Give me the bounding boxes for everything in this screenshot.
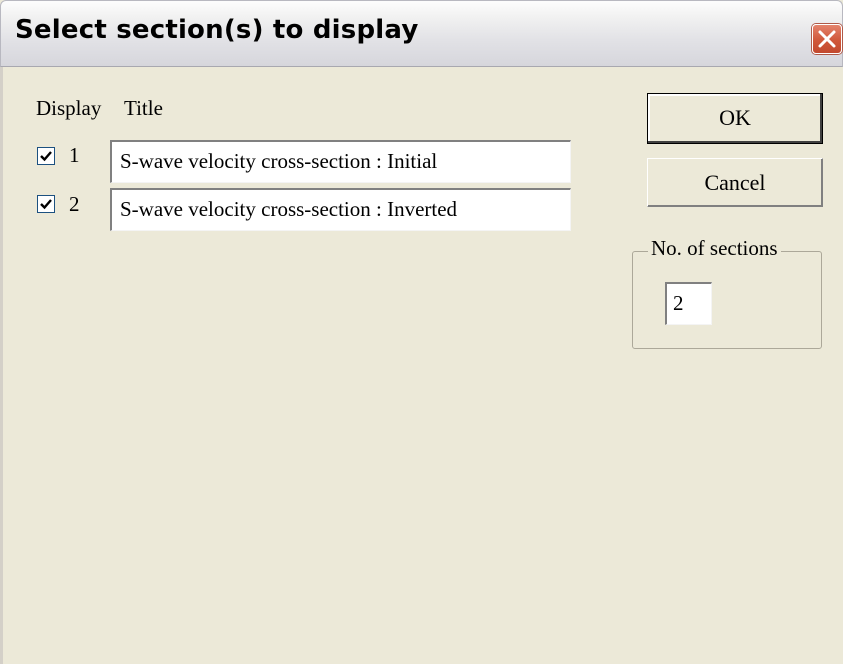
window-title: Select section(s) to display [15,15,419,45]
sections-count-label: No. of sections [648,236,781,261]
sections-count-group [632,251,822,349]
display-column-header: Display [36,96,102,120]
section-1-checkbox[interactable] [37,147,55,165]
sections-count-value: 2 [673,291,684,315]
section-2-title-field[interactable]: S-wave velocity cross-section : Inverted [110,188,571,231]
sections-count-input[interactable]: 2 [665,282,712,325]
title-bar[interactable]: Select section(s) to display [0,0,843,67]
section-2-title-text: S-wave velocity cross-section : Inverted [120,197,458,221]
section-2-checkbox[interactable] [37,195,55,213]
title-column-header: Title [124,96,163,120]
section-1-title-text: S-wave velocity cross-section : Initial [120,149,438,173]
section-1-title-field[interactable]: S-wave velocity cross-section : Initial [110,140,571,183]
section-1-number: 1 [69,143,80,167]
cancel-button[interactable]: Cancel [647,158,823,207]
ok-button[interactable]: OK [647,93,823,144]
section-2-number: 2 [69,192,80,216]
close-button[interactable] [812,24,842,54]
checkmark-icon [40,151,52,162]
dialog-window: Select section(s) to display Display Tit… [0,0,843,664]
checkmark-icon [40,199,52,210]
close-icon [818,30,836,48]
